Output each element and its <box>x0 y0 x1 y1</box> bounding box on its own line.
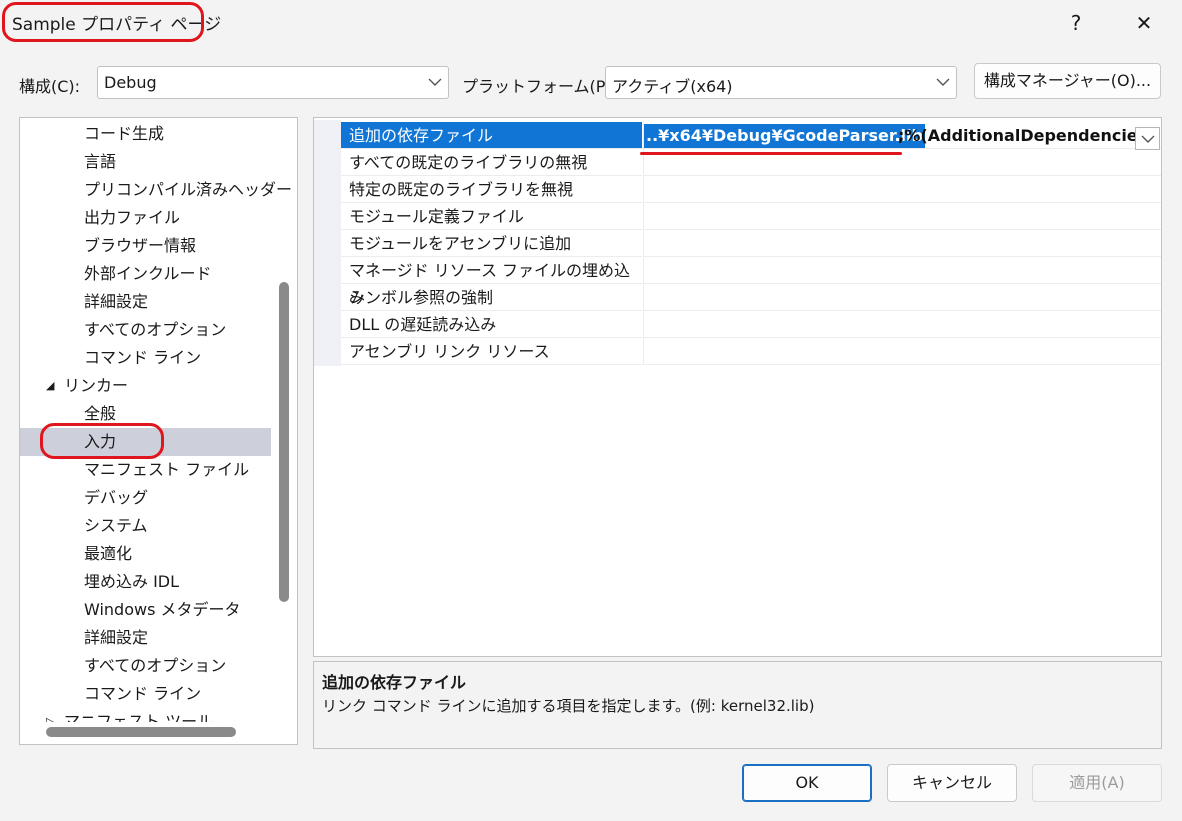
tree-item-embedded-idl[interactable]: 埋め込み IDL <box>20 568 271 596</box>
title-bar: Sample プロパティ ページ ? ✕ <box>0 0 1182 46</box>
tree-item-label: マニフェスト ファイル <box>84 460 250 479</box>
close-button[interactable]: ✕ <box>1124 6 1164 40</box>
property-value[interactable] <box>643 203 1161 230</box>
property-name: モジュール定義ファイル <box>341 203 642 230</box>
tree-item-label: マニフェスト ツール <box>64 712 214 722</box>
property-row-assembly-link-resource[interactable]: アセンブリ リンク リソース <box>341 338 1161 365</box>
tree-item-optimization[interactable]: 最適化 <box>20 540 271 568</box>
property-value[interactable]: ..¥x64¥Debug¥GcodeParser.lib ;%(Addition… <box>643 122 1161 150</box>
property-dropdown-button[interactable] <box>1135 127 1160 150</box>
tree-item-output-files[interactable]: 出力ファイル <box>20 204 271 232</box>
tree-item-label: すべてのオプション <box>84 656 227 675</box>
help-button[interactable]: ? <box>1056 6 1096 40</box>
tree-item-pch[interactable]: プリコンパイル済みヘッダー <box>20 176 292 204</box>
tree-item-label: コード生成 <box>84 124 165 143</box>
property-name: モジュールをアセンブリに追加 <box>341 230 642 257</box>
property-name: アセンブリ リンク リソース <box>341 338 642 365</box>
property-row-embed-managed-resource[interactable]: マネージド リソース ファイルの埋め込み <box>341 257 1161 307</box>
tree-item-label: 出力ファイル <box>84 208 181 227</box>
property-name: 特定の既定のライブラリを無視 <box>341 176 642 203</box>
description-title: 追加の依存ファイル <box>322 673 467 692</box>
tree-item-manifest-tool[interactable]: ▷ マニフェスト ツール <box>20 708 271 722</box>
ok-button[interactable]: OK <box>742 764 872 802</box>
tree-item-windows-metadata[interactable]: Windows メタデータ <box>20 596 271 624</box>
property-name: DLL の遅延読み込み <box>341 311 642 338</box>
tree-vertical-scrollbar[interactable] <box>279 282 289 602</box>
property-value[interactable] <box>643 176 1161 203</box>
property-row-force-symbol-references[interactable]: シンボル参照の強制 <box>341 284 1161 311</box>
annotation-circle-title <box>2 2 204 42</box>
platform-select-value: アクティブ(x64) <box>612 77 733 96</box>
description-text: リンク コマンド ラインに追加する項目を指定します。(例: kernel32.l… <box>322 697 815 715</box>
tree-item-label: システム <box>84 516 148 535</box>
tree-item-label: デバッグ <box>84 488 149 507</box>
property-grid[interactable]: 追加の依存ファイル ..¥x64¥Debug¥GcodeParser.lib ;… <box>313 117 1162 657</box>
tree-item-label: プリコンパイル済みヘッダー <box>84 180 293 199</box>
property-value[interactable] <box>643 284 1161 311</box>
tree-item-manifest-file[interactable]: マニフェスト ファイル <box>20 456 271 484</box>
property-row-delay-loaded-dlls[interactable]: DLL の遅延読み込み <box>341 311 1161 338</box>
description-panel: 追加の依存ファイル リンク コマンド ラインに追加する項目を指定します。(例: … <box>313 661 1162 749</box>
platform-select[interactable]: アクティブ(x64) <box>605 66 957 99</box>
tree-item-advanced[interactable]: 詳細設定 <box>20 288 271 316</box>
property-name: すべての既定のライブラリの無視 <box>341 149 642 176</box>
tree-item-linker[interactable]: ◢ リンカー <box>20 372 271 400</box>
close-icon: ✕ <box>1135 11 1153 35</box>
property-value[interactable] <box>643 257 1161 284</box>
annotation-circle-input <box>40 423 164 459</box>
property-value-rest-text[interactable]: ;%(AdditionalDependencies) <box>898 124 1155 148</box>
tree-item-browse-info[interactable]: ブラウザー情報 <box>20 232 271 260</box>
tree-item-label: コマンド ライン <box>84 684 202 703</box>
tree-horizontal-scrollbar[interactable] <box>46 727 236 737</box>
tree-item-external-includes[interactable]: 外部インクルード <box>20 260 271 288</box>
tree-item-debugging[interactable]: デバッグ <box>20 484 271 512</box>
property-row-ignore-specific-default-libs[interactable]: 特定の既定のライブラリを無視 <box>341 176 1161 203</box>
tree-item-language[interactable]: 言語 <box>20 148 271 176</box>
tree-item-codegen[interactable]: コード生成 <box>20 120 271 148</box>
property-name: 追加の依存ファイル <box>341 122 642 149</box>
property-value[interactable] <box>643 230 1161 257</box>
tree-item-label: 最適化 <box>84 544 133 563</box>
property-row-additional-dependencies[interactable]: 追加の依存ファイル ..¥x64¥Debug¥GcodeParser.lib ;… <box>341 122 1161 150</box>
annotation-underline-value <box>640 152 902 155</box>
tree-item-label: 詳細設定 <box>84 628 149 647</box>
expanded-triangle-icon[interactable]: ◢ <box>46 372 54 400</box>
tree-item-linker-all-options[interactable]: すべてのオプション <box>20 652 271 680</box>
apply-button[interactable]: 適用(A) <box>1032 764 1162 802</box>
tree-item-label: コマンド ライン <box>84 348 202 367</box>
tree-item-system[interactable]: システム <box>20 512 271 540</box>
property-name: シンボル参照の強制 <box>341 284 642 311</box>
tree-item-label: 詳細設定 <box>84 292 149 311</box>
platform-label: プラットフォーム(P): <box>462 77 618 96</box>
property-value[interactable] <box>643 338 1161 365</box>
tree-item-label: 埋め込み IDL <box>84 572 180 591</box>
config-select-value: Debug <box>104 73 157 92</box>
chevron-down-icon <box>936 78 950 86</box>
cancel-button[interactable]: キャンセル <box>887 764 1017 802</box>
tree-item-label: リンカー <box>64 376 129 395</box>
property-row-module-definition-file[interactable]: モジュール定義ファイル <box>341 203 1161 230</box>
tree-item-all-options[interactable]: すべてのオプション <box>20 316 271 344</box>
tree-item-command-line[interactable]: コマンド ライン <box>20 344 271 372</box>
tree-item-linker-command-line[interactable]: コマンド ライン <box>20 680 271 708</box>
grid-gutter <box>314 120 341 366</box>
tree-item-label: ブラウザー情報 <box>84 236 197 255</box>
property-name: マネージド リソース ファイルの埋め込み <box>341 257 642 307</box>
tree-item-label: すべてのオプション <box>84 320 227 339</box>
config-label: 構成(C): <box>19 77 81 96</box>
property-row-add-module-to-assembly[interactable]: モジュールをアセンブリに追加 <box>341 230 1161 257</box>
property-value[interactable] <box>643 311 1161 338</box>
tree-item-label: Windows メタデータ <box>84 600 241 619</box>
property-value-selected-text[interactable]: ..¥x64¥Debug¥GcodeParser.lib <box>644 124 925 148</box>
collapsed-triangle-icon[interactable]: ▷ <box>46 708 54 722</box>
chevron-down-icon <box>428 78 442 86</box>
tree-item-label: 言語 <box>84 152 117 171</box>
chevron-down-icon <box>1141 135 1155 143</box>
config-select[interactable]: Debug <box>97 66 449 99</box>
tree-item-linker-advanced[interactable]: 詳細設定 <box>20 624 271 652</box>
config-manager-button[interactable]: 構成マネージャー(O)... <box>974 63 1161 99</box>
tree-item-label: 外部インクルード <box>84 264 212 283</box>
